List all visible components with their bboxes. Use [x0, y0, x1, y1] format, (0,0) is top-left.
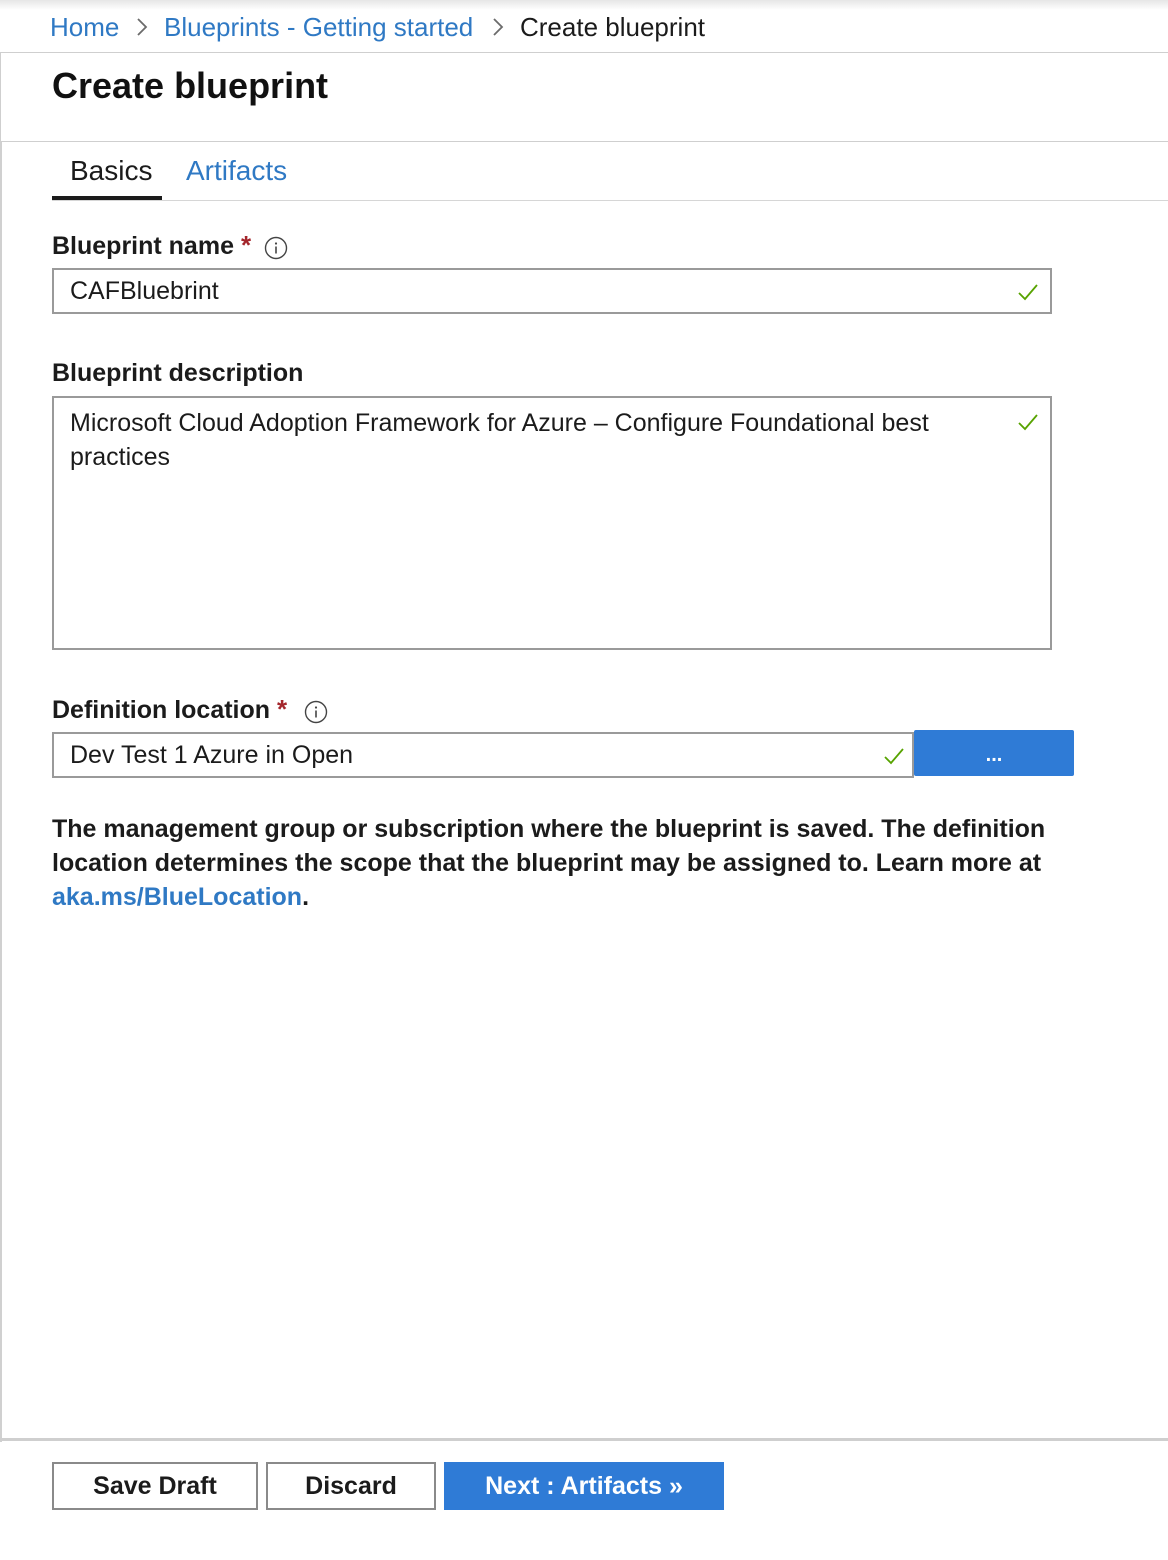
tab-artifacts[interactable]: Artifacts	[186, 154, 287, 188]
definition-location-help: The management group or subscription whe…	[52, 812, 1062, 914]
definition-location-label-text: Definition location	[52, 696, 271, 724]
breadcrumb-current: Create blueprint	[520, 12, 705, 42]
discard-button[interactable]: Discard	[266, 1462, 436, 1510]
checkmark-icon	[1018, 284, 1038, 301]
required-asterisk: *	[240, 230, 252, 260]
save-draft-button[interactable]: Save Draft	[52, 1462, 258, 1510]
required-asterisk: *	[277, 694, 288, 724]
learn-more-link[interactable]: aka.ms/BlueLocation	[52, 883, 302, 911]
blueprint-description-label: Blueprint description	[52, 359, 304, 387]
tab-basics[interactable]: Basics	[70, 154, 152, 188]
info-icon[interactable]	[304, 700, 328, 724]
blueprint-name-label: Blueprint name *	[52, 230, 251, 261]
blueprint-name-value: CAFBluebrint	[70, 277, 219, 305]
next-artifacts-button[interactable]: Next : Artifacts »	[444, 1462, 724, 1510]
breadcrumb: Home Blueprints - Getting started Create…	[0, 0, 1168, 54]
page-title: Create blueprint	[52, 65, 329, 106]
blade-left-border	[0, 142, 2, 1442]
tabs-divider	[52, 200, 1168, 201]
definition-location-label: Definition location *	[52, 694, 287, 725]
browse-location-button[interactable]: ...	[914, 730, 1074, 776]
definition-location-input[interactable]: Dev Test 1 Azure in Open	[52, 732, 914, 778]
breadcrumb-blueprints-link[interactable]: Blueprints - Getting started	[164, 12, 473, 42]
checkmark-icon	[884, 748, 904, 765]
definition-location-value: Dev Test 1 Azure in Open	[70, 741, 354, 769]
chevron-right-icon	[137, 18, 148, 36]
info-icon[interactable]	[264, 236, 288, 260]
blueprint-name-label-text: Blueprint name	[52, 232, 234, 260]
chevron-right-icon	[493, 18, 504, 36]
breadcrumb-shadow	[0, 0, 1168, 10]
blueprint-name-input[interactable]: CAFBluebrint	[52, 268, 1052, 314]
help-suffix: .	[302, 883, 310, 911]
help-text: The management group or subscription whe…	[52, 815, 1046, 877]
footer-divider	[0, 1438, 1168, 1441]
blueprint-description-value: Microsoft Cloud Adoption Framework for A…	[70, 409, 929, 471]
active-tab-indicator	[52, 196, 162, 200]
blueprint-description-textarea[interactable]: Microsoft Cloud Adoption Framework for A…	[52, 396, 1052, 650]
checkmark-icon	[1018, 414, 1038, 431]
breadcrumb-home-link[interactable]: Home	[50, 12, 119, 42]
